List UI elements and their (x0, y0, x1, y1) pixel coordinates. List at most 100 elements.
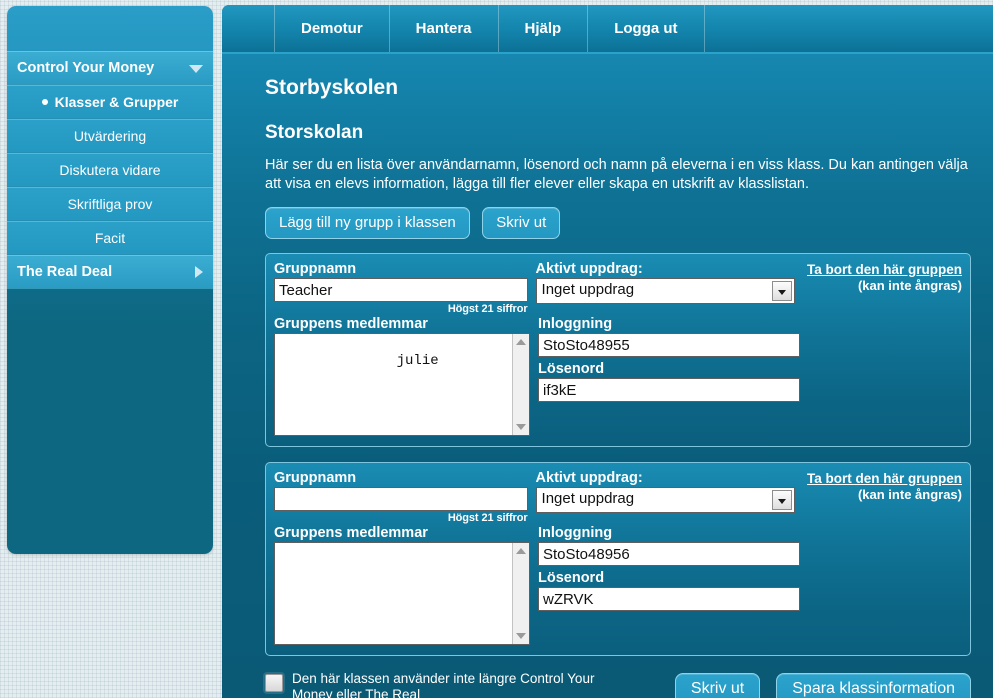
credentials-column: Inloggning Lösenord (538, 315, 800, 436)
sidebar: Control Your Money Klasser & Grupper Utv… (7, 6, 213, 554)
sidebar-item-label: Diskutera vidare (59, 162, 161, 178)
delete-group-link[interactable]: Ta bort den här gruppen (807, 262, 962, 277)
app-root: Control Your Money Klasser & Grupper Utv… (0, 0, 993, 698)
assignment-selected-value: Inget uppdrag (541, 281, 635, 298)
tab-label: Demotur (301, 20, 363, 37)
sidebar-item-utvardering[interactable]: Utvärdering (7, 119, 213, 153)
footer-button-group: Skriv ut Spara klassinformation (674, 671, 971, 698)
inactive-class-checkbox-row[interactable]: Den här klassen använder inte längre Con… (265, 671, 675, 698)
scroll-up-arrow-icon[interactable] (516, 339, 526, 345)
sidebar-logo-area (7, 6, 213, 51)
assignment-select[interactable]: Inget uppdrag (535, 278, 795, 304)
tab-label: Hantera (415, 20, 472, 37)
delete-group-warning: (kan inte ångras) (857, 278, 962, 293)
group-top-row: Gruppnamn Högst 21 siffror Aktivt uppdra… (274, 469, 962, 524)
inactive-class-checkbox[interactable] (265, 674, 283, 692)
login-input[interactable] (538, 333, 800, 357)
print-button-top[interactable]: Skriv ut (482, 207, 561, 239)
topnav-leading-spacer (222, 5, 275, 52)
members-textarea[interactable] (274, 542, 530, 645)
assignment-select[interactable]: Inget uppdrag (535, 487, 795, 513)
delete-group-column: Ta bort den här gruppen (kan inte ångras… (795, 469, 962, 524)
footer-bar: Den här klassen använder inte längre Con… (265, 671, 971, 698)
password-label: Lösenord (538, 361, 605, 377)
group-name-hint: Högst 21 siffror (447, 303, 528, 315)
sidebar-item-diskutera-vidare[interactable]: Diskutera vidare (7, 153, 213, 187)
login-input[interactable] (538, 542, 800, 566)
save-class-info-button[interactable]: Spara klassinformation (776, 673, 971, 698)
scroll-down-arrow-icon[interactable] (516, 424, 526, 430)
password-input[interactable] (538, 587, 800, 611)
content-area: Storbyskolen Storskolan Här ser du en li… (222, 54, 993, 698)
sidebar-item-label: Utvärdering (73, 128, 147, 144)
group-bottom-row: Gruppens medlemmar Inloggning Löseno (274, 524, 962, 645)
intro-text: Här ser du en lista över användarnamn, l… (265, 157, 968, 192)
chevron-down-icon[interactable] (772, 490, 792, 510)
top-navigation-bar: Demotur Hantera Hjälp Logga ut (222, 5, 993, 54)
members-label: Gruppens medlemmar (274, 525, 428, 541)
group-bottom-row: Gruppens medlemmar julie Inloggning L (274, 315, 962, 436)
class-title: Storskolan (265, 122, 364, 143)
members-scrollbar[interactable] (512, 334, 529, 435)
group-name-label: Gruppnamn (274, 470, 357, 486)
group-name-input[interactable] (274, 487, 528, 511)
sidebar-section-label: Control Your Money (17, 60, 155, 76)
members-textarea[interactable]: julie (274, 333, 530, 436)
group-name-column: Gruppnamn Högst 21 siffror (274, 469, 528, 524)
group-panel: Gruppnamn Högst 21 siffror Aktivt uppdra… (265, 253, 971, 447)
tab-hjalp[interactable]: Hjälp (499, 5, 589, 52)
main-panel: Demotur Hantera Hjälp Logga ut Storbysko… (222, 5, 993, 698)
chevron-down-icon[interactable] (772, 281, 792, 301)
sidebar-item-label: Klasser & Grupper (54, 94, 179, 110)
active-assignment-label: Aktivt uppdrag: (535, 470, 643, 486)
active-bullet-icon (41, 99, 48, 106)
group-panel: Gruppnamn Högst 21 siffror Aktivt uppdra… (265, 462, 971, 656)
group-top-row: Gruppnamn Högst 21 siffror Aktivt uppdra… (274, 260, 962, 315)
members-column: Gruppens medlemmar (274, 524, 530, 645)
group-right-spacer (800, 315, 962, 436)
action-button-row: Lägg till ny grupp i klassen Skriv ut (265, 207, 993, 239)
topnav-trailing-fill (705, 5, 993, 52)
sidebar-item-skriftliga-prov[interactable]: Skriftliga prov (7, 187, 213, 221)
sidebar-section-label: The Real Deal (17, 264, 113, 280)
school-title: Storbyskolen (265, 76, 399, 99)
group-right-spacer (800, 524, 962, 645)
members-scrollbar[interactable] (512, 543, 529, 644)
assignment-column: Aktivt uppdrag: Inget uppdrag (535, 469, 795, 524)
sidebar-item-facit[interactable]: Facit (7, 221, 213, 255)
scroll-down-arrow-icon[interactable] (516, 633, 526, 639)
password-label: Lösenord (538, 570, 605, 586)
active-assignment-label: Aktivt uppdrag: (535, 261, 643, 277)
login-label: Inloggning (538, 316, 613, 332)
credentials-column: Inloggning Lösenord (538, 524, 800, 645)
tab-label: Logga ut (614, 20, 678, 37)
group-name-label: Gruppnamn (274, 261, 357, 277)
members-value: julie (396, 353, 439, 369)
login-label: Inloggning (538, 525, 613, 541)
tab-logga-ut[interactable]: Logga ut (588, 5, 705, 52)
sidebar-item-label: Facit (94, 230, 126, 246)
assignment-column: Aktivt uppdrag: Inget uppdrag (535, 260, 795, 315)
delete-group-column: Ta bort den här gruppen (kan inte ångras… (795, 260, 962, 315)
tab-label: Hjälp (524, 20, 562, 37)
sidebar-item-klasser-grupper[interactable]: Klasser & Grupper (7, 85, 213, 119)
add-group-button[interactable]: Lägg till ny grupp i klassen (265, 207, 470, 239)
chevron-down-icon (189, 65, 203, 73)
group-name-hint: Högst 21 siffror (447, 512, 528, 524)
sidebar-section-control-your-money[interactable]: Control Your Money (7, 51, 213, 85)
delete-group-warning: (kan inte ångras) (857, 487, 962, 502)
members-label: Gruppens medlemmar (274, 316, 428, 332)
print-button-bottom[interactable]: Skriv ut (674, 673, 761, 698)
scroll-up-arrow-icon[interactable] (516, 548, 526, 554)
password-input[interactable] (538, 378, 800, 402)
group-name-input[interactable] (274, 278, 528, 302)
assignment-selected-value: Inget uppdrag (541, 490, 635, 507)
members-column: Gruppens medlemmar julie (274, 315, 530, 436)
tab-demotur[interactable]: Demotur (275, 5, 390, 52)
group-name-column: Gruppnamn Högst 21 siffror (274, 260, 528, 315)
sidebar-section-the-real-deal[interactable]: The Real Deal (7, 255, 213, 289)
sidebar-item-label: Skriftliga prov (67, 196, 153, 212)
delete-group-link[interactable]: Ta bort den här gruppen (807, 471, 962, 486)
tab-hantera[interactable]: Hantera (390, 5, 499, 52)
inactive-class-label: Den här klassen använder inte längre Con… (292, 671, 595, 698)
